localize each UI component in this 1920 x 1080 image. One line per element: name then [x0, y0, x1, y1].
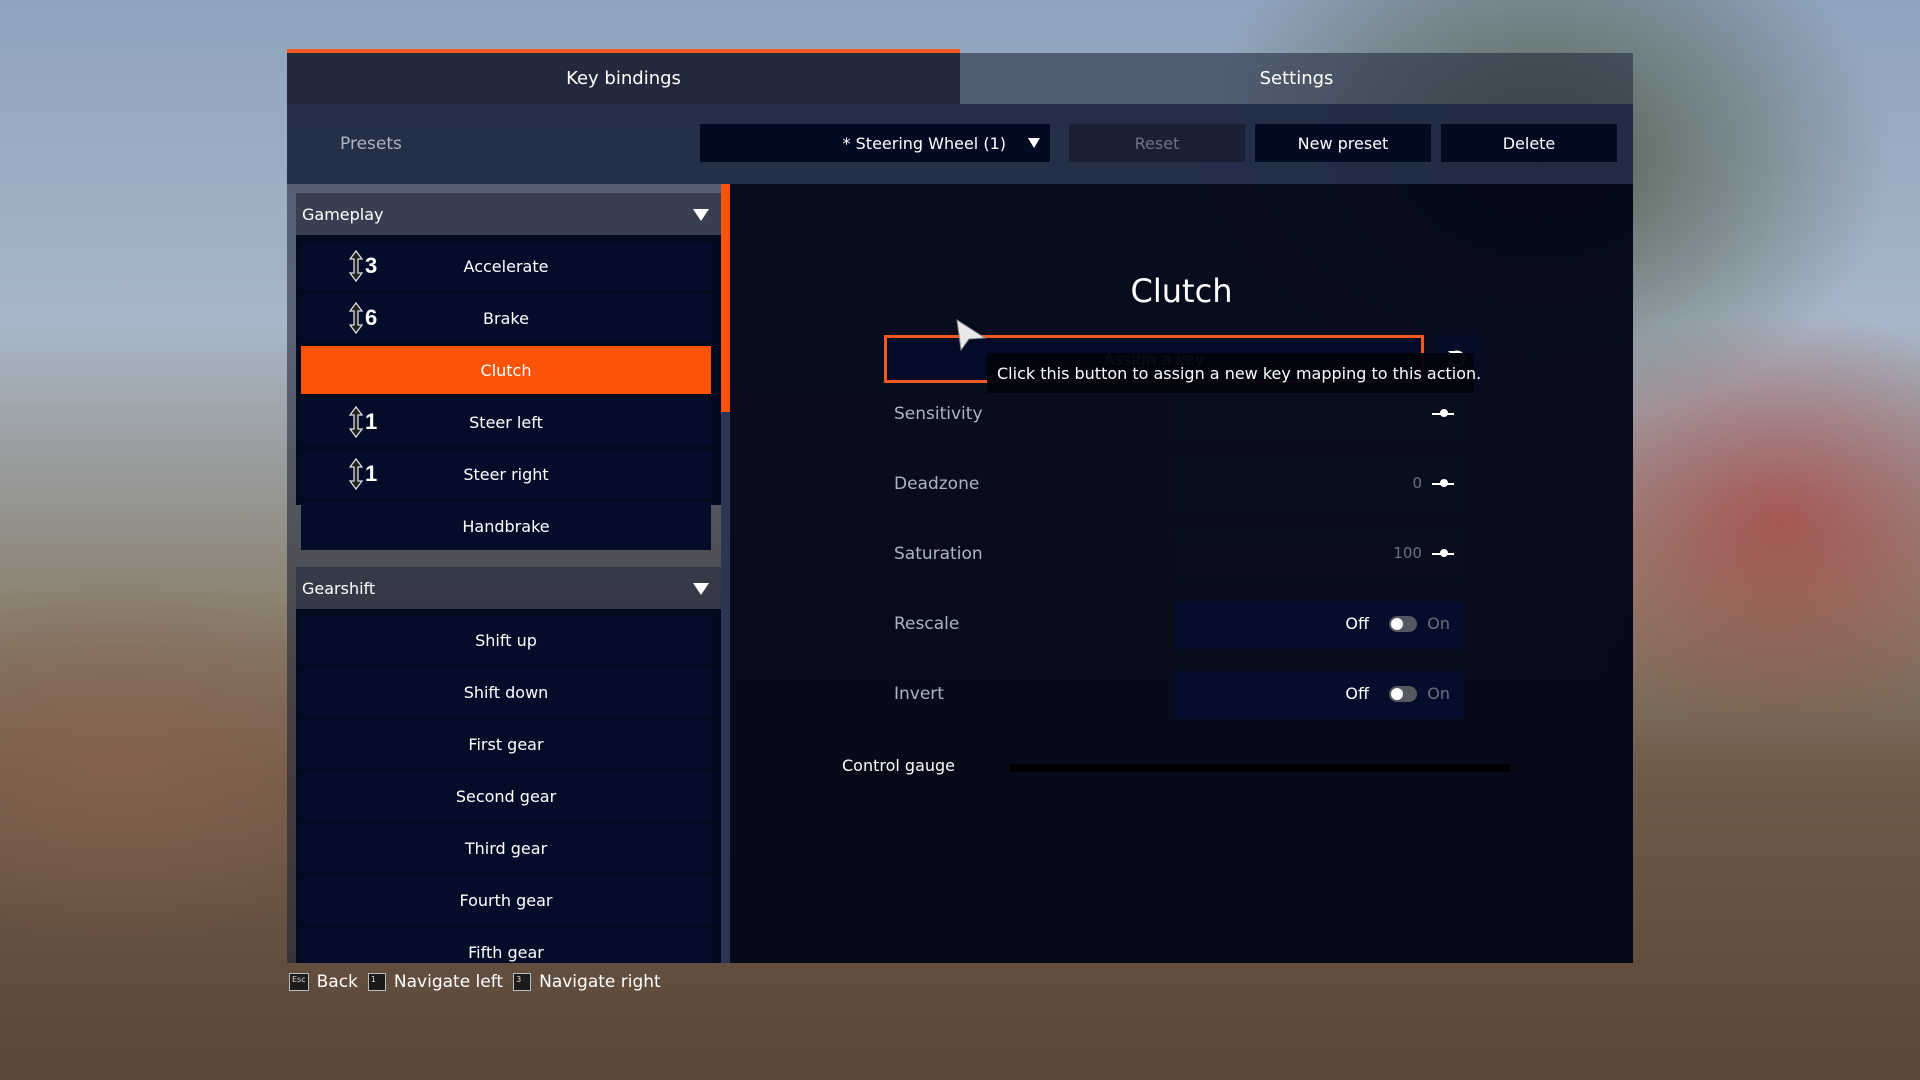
toggle-off-label: Off	[1345, 684, 1369, 703]
axis-binding: 6	[349, 302, 377, 334]
key-1-icon: 1	[367, 973, 386, 991]
list-item-second-gear[interactable]: Second gear	[301, 772, 711, 820]
list-item-brake[interactable]: 6 Brake	[301, 294, 711, 342]
invert-toggle[interactable]	[1389, 686, 1417, 702]
slider-handle-icon[interactable]	[1432, 549, 1454, 557]
axis-number: 1	[365, 409, 378, 434]
chevron-down-icon	[1028, 138, 1040, 148]
list-item-handbrake[interactable]: Handbrake	[301, 502, 711, 550]
action-list: Gameplay 3 Accelerate 6 Brake Clutch 1 S…	[287, 184, 730, 963]
hint-navigate-right[interactable]: 3 Navigate right	[513, 972, 661, 992]
action-label: Steer left	[469, 412, 543, 432]
action-label: Brake	[483, 308, 529, 328]
action-label: Shift up	[475, 630, 537, 650]
key-3-icon: 3	[513, 973, 532, 991]
preset-selected-value: * Steering Wheel (1)	[842, 133, 1006, 153]
axis-binding: 1	[349, 458, 377, 490]
list-item-shift-down[interactable]: Shift down	[301, 668, 711, 716]
deadzone-label: Deadzone	[894, 474, 980, 494]
mouse-cursor-icon	[956, 318, 987, 352]
list-item-first-gear[interactable]: First gear	[301, 720, 711, 768]
list-item-steer-right[interactable]: 1 Steer right	[301, 450, 711, 498]
axis-updown-icon	[349, 302, 363, 334]
action-detail-panel: Clutch Assign a key Sensitivity Deadzone…	[730, 184, 1633, 963]
toggle-knob	[1391, 688, 1403, 700]
invert-label: Invert	[894, 684, 944, 704]
presets-label: Presets	[340, 134, 402, 154]
action-label: Second gear	[455, 786, 557, 806]
control-gauge-label: Control gauge	[842, 756, 956, 775]
sensitivity-label: Sensitivity	[894, 404, 983, 424]
list-item-third-gear[interactable]: Third gear	[301, 824, 711, 872]
hint-label: Back	[316, 972, 358, 992]
tab-key-bindings[interactable]: Key bindings	[287, 53, 960, 104]
collapse-caret-icon	[693, 209, 709, 221]
new-preset-button[interactable]: New preset	[1255, 124, 1431, 162]
action-label: First gear	[468, 734, 544, 754]
invert-toggle-row: Off On	[1175, 671, 1464, 719]
axis-binding: 3	[349, 250, 377, 282]
section-header-gameplay[interactable]: Gameplay	[296, 193, 721, 235]
hint-label: Navigate left	[393, 972, 504, 992]
slider-handle-icon[interactable]	[1432, 409, 1454, 417]
list-item-fourth-gear[interactable]: Fourth gear	[301, 876, 711, 924]
collapse-caret-icon	[693, 583, 709, 595]
hint-label: Navigate right	[539, 972, 661, 992]
action-label: Steer right	[463, 464, 549, 484]
list-scrollbar[interactable]	[721, 184, 730, 963]
section-header-gearshift[interactable]: Gearshift	[296, 567, 721, 609]
list-item-fifth-gear[interactable]: Fifth gear	[301, 928, 711, 963]
control-gauge	[1010, 764, 1510, 772]
action-label: Fifth gear	[468, 942, 544, 962]
deadzone-value: 0	[1412, 474, 1422, 492]
deadzone-slider[interactable]: 0	[1175, 461, 1464, 509]
action-label: Fourth gear	[459, 890, 553, 910]
slider-handle-icon[interactable]	[1432, 479, 1454, 487]
list-item-clutch[interactable]: Clutch	[301, 346, 711, 394]
list-item-steer-left[interactable]: 1 Steer left	[301, 398, 711, 446]
saturation-label: Saturation	[894, 544, 983, 564]
hint-navigate-left[interactable]: 1 Navigate left	[367, 972, 504, 992]
toggle-knob	[1391, 618, 1403, 630]
axis-updown-icon	[349, 458, 363, 490]
toggle-on-label: On	[1427, 614, 1450, 633]
toggle-on-label: On	[1427, 684, 1450, 703]
action-label: Handbrake	[462, 516, 550, 536]
axis-number: 3	[365, 253, 378, 278]
assign-key-tooltip: Click this button to assign a new key ma…	[987, 353, 1481, 393]
scrollbar-thumb[interactable]	[721, 184, 730, 412]
action-label: Clutch	[480, 360, 532, 380]
rescale-label: Rescale	[894, 614, 960, 634]
key-hints: Esc Back 1 Navigate left 3 Navigate righ…	[289, 970, 661, 994]
rescale-toggle-row: Off On	[1175, 601, 1464, 649]
key-esc-icon: Esc	[289, 973, 309, 991]
list-item-shift-up[interactable]: Shift up	[301, 616, 711, 664]
presets-row: Presets * Steering Wheel (1) Reset New p…	[287, 104, 1633, 184]
sensitivity-slider[interactable]	[1175, 391, 1464, 439]
axis-binding: 1	[349, 406, 377, 438]
hint-back[interactable]: Esc Back	[289, 972, 358, 992]
action-label: Accelerate	[463, 256, 549, 276]
delete-preset-button[interactable]: Delete	[1441, 124, 1617, 162]
saturation-slider[interactable]: 100	[1175, 531, 1464, 579]
axis-updown-icon	[349, 406, 363, 438]
action-label: Third gear	[464, 838, 548, 858]
tab-bar: Key bindings Settings	[287, 53, 1633, 104]
preset-dropdown[interactable]: * Steering Wheel (1)	[700, 124, 1050, 162]
toggle-off-label: Off	[1345, 614, 1369, 633]
list-item-accelerate[interactable]: 3 Accelerate	[301, 242, 711, 290]
axis-updown-icon	[349, 250, 363, 282]
reset-preset-button[interactable]: Reset	[1069, 124, 1245, 162]
section-title: Gearshift	[302, 578, 376, 598]
section-title: Gameplay	[302, 204, 384, 224]
saturation-value: 100	[1393, 544, 1422, 562]
action-label: Shift down	[463, 682, 549, 702]
axis-number: 1	[365, 461, 378, 486]
rescale-toggle[interactable]	[1389, 616, 1417, 632]
axis-number: 6	[365, 305, 378, 330]
tab-settings[interactable]: Settings	[960, 53, 1633, 104]
action-title: Clutch	[1130, 272, 1233, 310]
key-bindings-panel: Key bindings Settings Presets * Steering…	[287, 49, 1633, 963]
